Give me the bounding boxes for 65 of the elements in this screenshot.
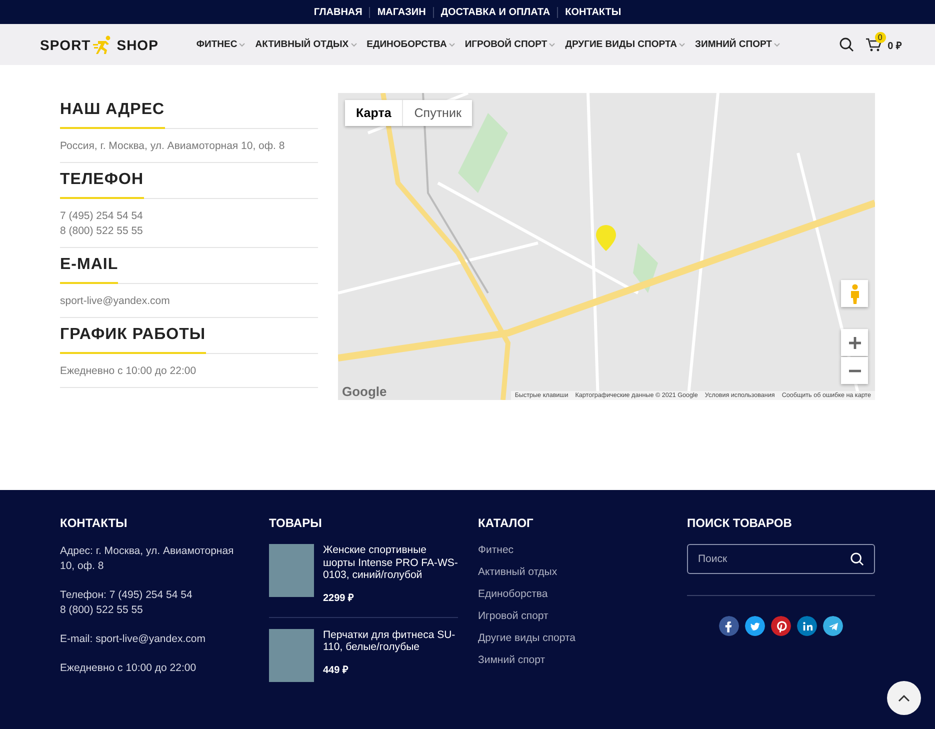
product-price: 449 ₽ bbox=[323, 664, 348, 676]
search-field[interactable]: Поиск bbox=[687, 544, 875, 574]
menu-item[interactable]: ФИТНЕС bbox=[196, 39, 246, 50]
social-icon[interactable] bbox=[771, 616, 791, 636]
social-icon[interactable] bbox=[797, 616, 817, 636]
catalog-link[interactable]: Другие виды спорта bbox=[478, 632, 667, 644]
map-type-tab[interactable]: Карта bbox=[345, 100, 402, 126]
contact-text: Ежедневно с 10:00 до 22:00 bbox=[60, 364, 198, 379]
search-icon[interactable] bbox=[850, 552, 864, 566]
chevron-icon bbox=[679, 42, 686, 46]
chevron-up-icon bbox=[898, 694, 910, 702]
menu-item[interactable]: ЕДИНОБОРСТВА bbox=[366, 39, 455, 50]
social-icon[interactable] bbox=[823, 616, 843, 636]
section-title: ГРАФИК РАБОТЫ bbox=[60, 326, 206, 354]
section-title: E-MAIL bbox=[60, 256, 118, 284]
catalog-link[interactable]: Зимний спорт bbox=[478, 654, 667, 666]
menu-item[interactable]: ИГРОВОЙ СПОРТ bbox=[464, 39, 556, 50]
cart-count-badge: 0 bbox=[874, 32, 886, 42]
chevron-icon bbox=[549, 42, 556, 46]
product-price: 2299 ₽ bbox=[323, 592, 354, 604]
product-link[interactable]: Перчатки для фитнеса SU-110, белые/голубые bbox=[323, 628, 458, 654]
footer-title: КАТАЛОГ bbox=[478, 516, 534, 530]
zoom-out-button[interactable] bbox=[841, 357, 868, 384]
product-link[interactable]: Женские спортивные шорты Intense PRO FA-WS-0103, синий/голубой bbox=[323, 544, 458, 582]
cart-total: 0 ₽ bbox=[888, 40, 902, 52]
footer-title: КОНТАКТЫ bbox=[60, 516, 128, 530]
top-nav-link[interactable]: КОНТАКТЫ bbox=[557, 6, 628, 18]
top-nav-link[interactable]: ГЛАВНАЯ bbox=[306, 6, 370, 18]
footer-title: ТОВАРЫ bbox=[269, 516, 323, 530]
footer-contact-text: Ежедневно с 10:00 до 22:00 bbox=[60, 661, 198, 676]
menu-item[interactable]: АКТИВНЫЙ ОТДЫХ bbox=[255, 39, 357, 50]
person-icon bbox=[850, 284, 860, 304]
menu-item[interactable]: ДРУГИЕ ВИДЫ СПОРТА bbox=[565, 39, 686, 50]
map-logo: Google bbox=[342, 384, 387, 399]
catalog-link[interactable]: Игровой спорт bbox=[478, 610, 667, 622]
zoom-in-button[interactable] bbox=[841, 329, 868, 356]
footer-contact-text: Телефон: 7 (495) 254 54 54 bbox=[60, 588, 194, 603]
footer-contact-text: Адрес: г. Москва, ул. Авиамоторная 10, оф. 8 bbox=[60, 544, 235, 574]
social-icon[interactable] bbox=[745, 616, 765, 636]
contact-text: Россия, г. Москва, ул. Авиамоторная 10, оф. 8 bbox=[60, 139, 286, 154]
contact-text: sport-live@yandex.com bbox=[60, 294, 171, 309]
catalog-link[interactable]: Активный отдых bbox=[478, 566, 667, 578]
footer-contact-text: E-mail: sport-live@yandex.com bbox=[60, 632, 206, 647]
top-nav-link[interactable]: ДОСТАВКА И ОПЛАТА bbox=[432, 6, 558, 18]
social-icon[interactable] bbox=[719, 616, 739, 636]
chevron-icon bbox=[774, 42, 780, 46]
logo-text: SPORT bbox=[40, 36, 91, 52]
catalog-link[interactable]: Единоборства bbox=[478, 588, 667, 600]
menu-item[interactable]: ЗИМНИЙ СПОРТ bbox=[695, 39, 780, 50]
chevron-icon bbox=[239, 42, 246, 46]
section-title: ТЕЛЕФОН bbox=[60, 171, 144, 199]
search-icon[interactable] bbox=[838, 37, 854, 52]
catalog-link[interactable]: Фитнес bbox=[478, 544, 667, 556]
contact-text: 8 (800) 522 55 55 bbox=[60, 224, 144, 239]
section-title: НАШ АДРЕС bbox=[60, 101, 165, 129]
scroll-to-top-button[interactable] bbox=[887, 681, 921, 715]
map-type-tab[interactable]: Спутник bbox=[402, 100, 472, 126]
top-nav-link[interactable]: МАГАЗИН bbox=[369, 6, 433, 18]
footer-contact-text: 8 (800) 522 55 55 bbox=[60, 603, 144, 618]
plus-icon bbox=[848, 336, 860, 348]
logo-text: SHOP bbox=[116, 36, 158, 52]
chevron-icon bbox=[448, 42, 455, 46]
footer-title: ПОИСК ТОВАРОВ bbox=[687, 516, 793, 530]
chevron-icon bbox=[350, 42, 357, 46]
contact-text: 7 (495) 254 54 54 bbox=[60, 209, 144, 224]
